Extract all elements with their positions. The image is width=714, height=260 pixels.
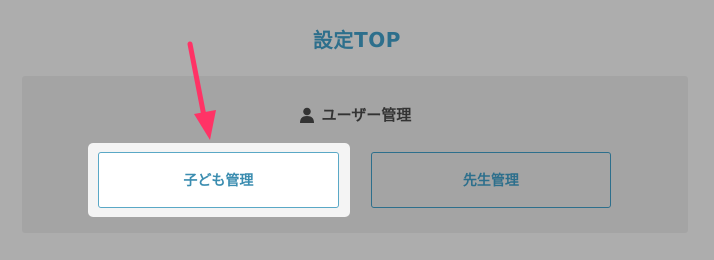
user-icon (299, 107, 315, 123)
teachers-management-button[interactable]: 先生管理 (371, 152, 611, 208)
user-management-heading-label: ユーザー管理 (321, 106, 412, 124)
settings-top-page: 設定TOP ユーザー管理 子ども管理 先生管理 (0, 0, 714, 260)
arrow-pointer-icon (187, 41, 216, 140)
children-management-button[interactable]: 子ども管理 (98, 152, 339, 208)
user-management-panel: ユーザー管理 子ども管理 先生管理 (22, 76, 688, 233)
user-management-heading: ユーザー管理 (22, 104, 688, 125)
page-title: 設定TOP (313, 28, 401, 52)
